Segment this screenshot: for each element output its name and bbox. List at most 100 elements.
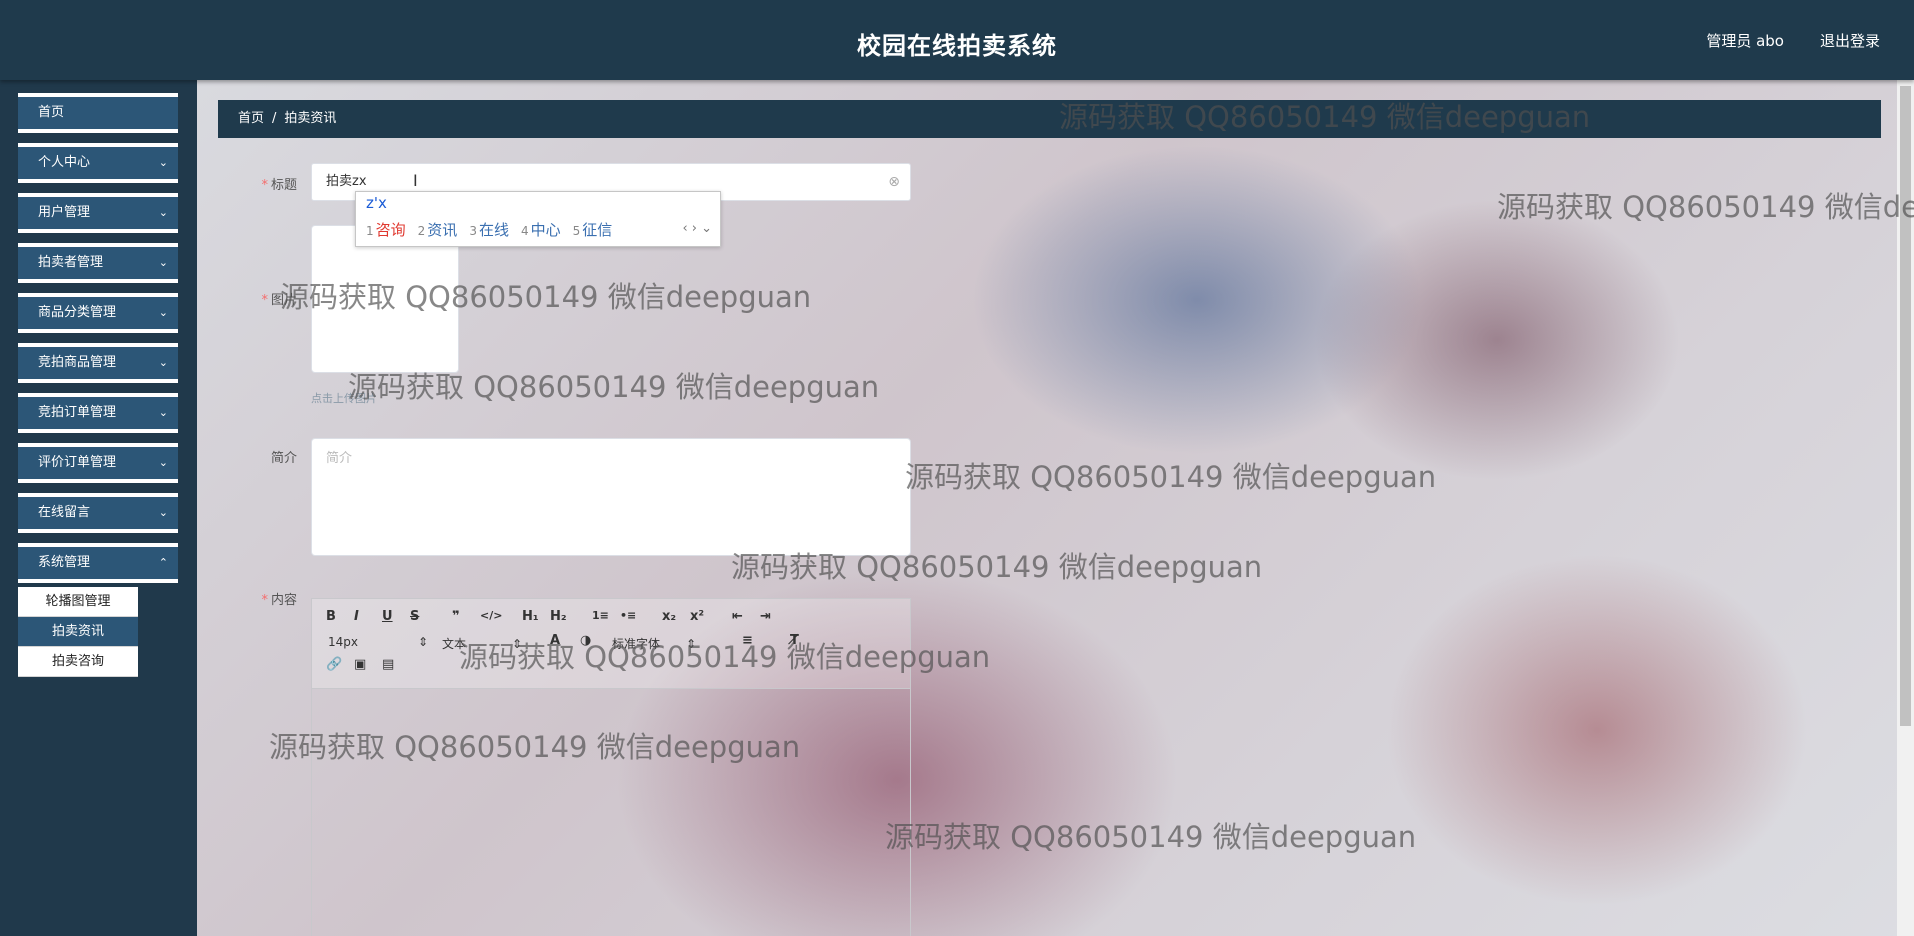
intro-textarea[interactable]: 简介 [311, 438, 911, 556]
breadcrumb-separator: / [272, 111, 277, 126]
watermark-text: 源码获取 QQ86050149 微信deepguan [885, 820, 1417, 854]
title-label: * 标题 [237, 174, 297, 193]
sidebar-item-online-messages[interactable]: 在线留言 ⌄ [18, 493, 178, 533]
strike-button[interactable]: S [410, 609, 419, 624]
quote-button[interactable]: ❞ [452, 609, 460, 624]
h2-button[interactable]: H₂ [550, 609, 567, 624]
submenu-item-carousel[interactable]: 轮播图管理 [18, 587, 138, 617]
title-label-text: 标题 [270, 178, 297, 193]
outdent-button[interactable]: ⇤ [732, 609, 743, 624]
sidebar-item-label: 首页 [38, 105, 65, 120]
image-label: * 图片 [237, 289, 297, 308]
ime-candidate-list: 1 咨询 2 资讯 3 在线 4 中心 5 征信 [366, 219, 624, 240]
watermark-text: 源码获取 QQ86050149 微信deepguan [905, 460, 1437, 494]
chevron-down-icon: ⌄ [158, 306, 168, 319]
sidebar-item-system-management[interactable]: 系统管理 ⌃ [18, 543, 178, 583]
select-arrows-icon: ⇕ [512, 637, 523, 651]
bullet-list-button[interactable]: •≡ [620, 609, 636, 622]
sidebar-item-label: 竞拍商品管理 [38, 355, 117, 370]
chevron-up-icon: ⌃ [158, 556, 168, 569]
sidebar-item-label: 个人中心 [38, 155, 91, 170]
logout-link[interactable]: 退出登录 [1820, 30, 1880, 51]
vertical-scrollbar[interactable] [1897, 80, 1914, 936]
chevron-down-icon: ⌄ [158, 456, 168, 469]
text-type-select[interactable]: 文本 ⇕ [442, 635, 522, 652]
clear-icon[interactable]: ⊗ [888, 164, 900, 200]
background-color-icon[interactable]: ◑ [580, 633, 591, 648]
underline-button[interactable]: U [382, 609, 393, 624]
ime-candidate[interactable]: 2 资讯 [418, 221, 458, 239]
submenu-item-auction-inquiry[interactable]: 拍卖咨询 [18, 647, 138, 677]
scrollbar-thumb[interactable] [1900, 86, 1911, 726]
ime-candidate[interactable]: 4 中心 [521, 221, 561, 239]
image-icon[interactable]: ▣ [354, 657, 366, 672]
bold-button[interactable]: B [326, 609, 336, 624]
title-input-value: 拍卖zx [326, 174, 367, 189]
system-title: 校园在线拍卖系统 [857, 32, 1057, 60]
sidebar-item-auctioneer-management[interactable]: 拍卖者管理 ⌄ [18, 243, 178, 283]
image-upload-box[interactable] [311, 225, 459, 373]
italic-button[interactable]: I [354, 609, 359, 624]
breadcrumb-current: 拍卖资讯 [284, 111, 337, 126]
ime-candidate[interactable]: 5 征信 [573, 221, 613, 239]
sidebar-item-user-management[interactable]: 用户管理 ⌄ [18, 193, 178, 233]
intro-placeholder: 简介 [326, 451, 353, 466]
breadcrumb-home[interactable]: 首页 [238, 111, 264, 126]
ime-candidate-window[interactable]: z'x 1 咨询 2 资讯 3 在线 4 中心 5 征信 ‹ › ⌄ [355, 191, 721, 247]
intro-label: 简介 [237, 447, 297, 466]
font-size-value: 14px [328, 635, 358, 649]
image-label-text: 图片 [270, 293, 297, 308]
ordered-list-button[interactable]: 1≡ [592, 609, 609, 622]
required-mark: * [261, 293, 268, 308]
ime-pinyin: z'x [366, 194, 387, 212]
sidebar-item-home[interactable]: 首页 [18, 93, 178, 133]
chevron-down-icon: ⌄ [158, 506, 168, 519]
top-header: 校园在线拍卖系统 管理员 abo 退出登录 [0, 0, 1914, 80]
indent-button[interactable]: ⇥ [760, 609, 771, 624]
main-content: 首页 / 拍卖资讯 * 标题 拍卖zx ⊗ I z'x 1 咨询 2 资讯 3 在线 4 中心 5 征信… [197, 80, 1914, 936]
sidebar-item-personal-center[interactable]: 个人中心 ⌄ [18, 143, 178, 183]
code-button[interactable]: </> [480, 609, 502, 622]
chevron-down-icon: ⌄ [158, 156, 168, 169]
ime-page-nav-icon[interactable]: ‹ › ⌄ [682, 221, 712, 236]
sidebar-item-label: 拍卖者管理 [38, 255, 104, 270]
sidebar-item-label: 用户管理 [38, 205, 91, 220]
subscript-button[interactable]: x₂ [662, 609, 676, 624]
chevron-down-icon: ⌄ [158, 256, 168, 269]
sidebar-item-bid-orders-management[interactable]: 竞拍订单管理 ⌄ [18, 393, 178, 433]
admin-user-label: 管理员 abo [1706, 32, 1784, 50]
chevron-down-icon: ⌄ [158, 356, 168, 369]
h1-button[interactable]: H₁ [522, 609, 539, 624]
align-icon[interactable]: ≡ [742, 633, 753, 648]
sidebar-item-label: 系统管理 [38, 555, 91, 570]
text-type-value: 文本 [442, 637, 467, 651]
font-family-value: 标准字体 [612, 637, 661, 651]
content-label: * 内容 [237, 589, 297, 608]
video-icon[interactable]: ▤ [382, 657, 394, 672]
select-arrows-icon: ⇕ [418, 635, 429, 649]
image-upload-tip[interactable]: 点击上传图片 [311, 390, 377, 406]
link-icon[interactable]: 🔗 [326, 657, 342, 672]
system-submenu: 轮播图管理 拍卖资讯 拍卖咨询 [18, 587, 138, 677]
intro-label-text: 简介 [270, 451, 297, 466]
font-color-icon[interactable]: A [550, 633, 560, 648]
ime-candidate[interactable]: 1 咨询 [366, 221, 406, 239]
editor-toolbar: B I U S ❞ </> H₁ H₂ 1≡ •≡ x₂ x² ⇤ ⇥ 14px… [312, 599, 910, 689]
font-family-select[interactable]: 标准字体 ⇕ [612, 635, 696, 652]
clear-format-icon[interactable]: T̸ [790, 633, 799, 648]
sidebar-item-label: 在线留言 [38, 505, 91, 520]
sidebar-item-category-management[interactable]: 商品分类管理 ⌄ [18, 293, 178, 333]
submenu-item-auction-news[interactable]: 拍卖资讯 [18, 617, 138, 647]
rich-text-editor[interactable]: B I U S ❞ </> H₁ H₂ 1≡ •≡ x₂ x² ⇤ ⇥ 14px… [311, 598, 911, 936]
sidebar-item-bid-goods-management[interactable]: 竞拍商品管理 ⌄ [18, 343, 178, 383]
font-size-select[interactable]: 14px ⇕ [328, 635, 428, 649]
sidebar-item-label: 竞拍订单管理 [38, 405, 117, 420]
breadcrumb: 首页 / 拍卖资讯 [218, 100, 1881, 138]
superscript-button[interactable]: x² [690, 609, 704, 624]
sidebar-item-label: 商品分类管理 [38, 305, 117, 320]
text-cursor-icon: I [413, 171, 418, 190]
sidebar: 首页 个人中心 ⌄ 用户管理 ⌄ 拍卖者管理 ⌄ 商品分类管理 ⌄ 竞拍商品管理 ⌄ 竞拍… [0, 80, 197, 936]
ime-candidate[interactable]: 3 在线 [469, 221, 509, 239]
select-arrows-icon: ⇕ [686, 637, 697, 651]
sidebar-item-review-orders-management[interactable]: 评价订单管理 ⌄ [18, 443, 178, 483]
